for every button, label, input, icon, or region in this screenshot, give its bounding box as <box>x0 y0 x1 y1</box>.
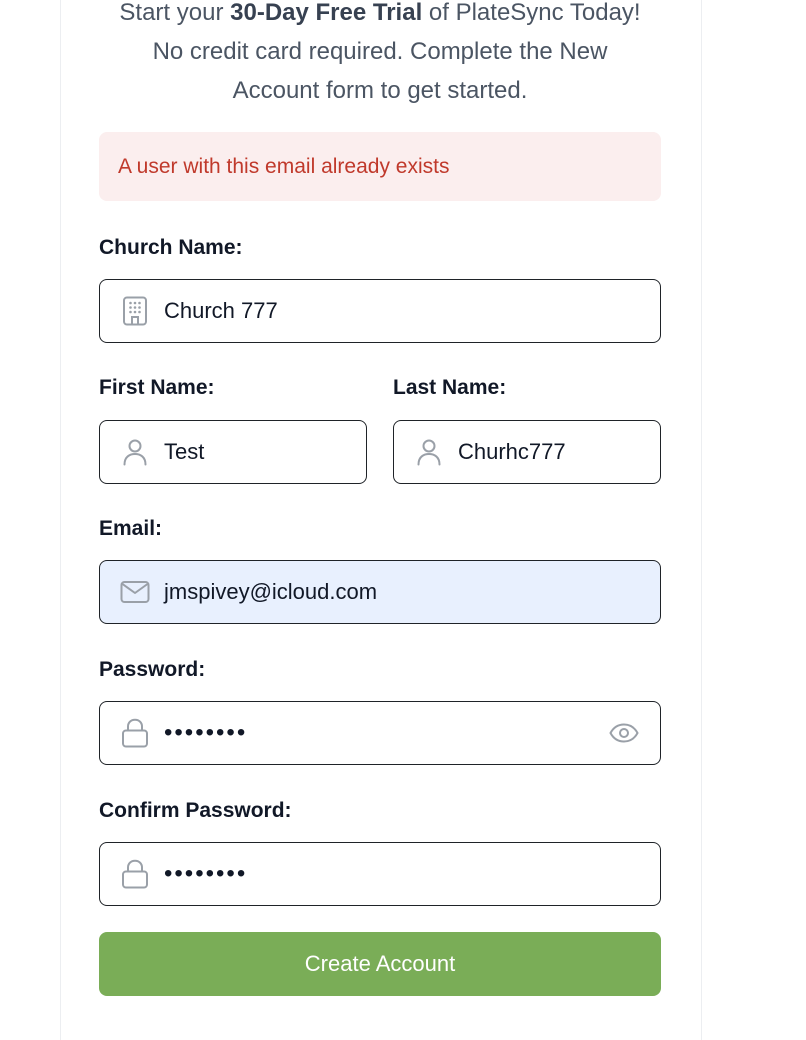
last-name-field[interactable]: Churhc777 <box>393 420 661 484</box>
email-value: jmspivey@icloud.com <box>164 579 378 604</box>
church-name-value: Church 777 <box>164 298 278 323</box>
intro-text: Start your 30-Day Free Trial of PlateSyn… <box>80 0 680 110</box>
intro-line-1: Start your 30-Day Free Trial of PlateSyn… <box>80 0 680 32</box>
mail-icon <box>120 577 150 607</box>
user-icon <box>120 437 150 467</box>
password-field[interactable]: •••••••• <box>99 701 661 765</box>
trial-highlight: 30-Day Free Trial <box>230 0 423 26</box>
confirm-password-field[interactable]: •••••••• <box>99 842 661 906</box>
first-name-value: Test <box>164 439 205 464</box>
last-name-label: Last Name: <box>393 376 507 399</box>
building-icon <box>120 296 150 326</box>
eye-icon[interactable] <box>608 717 640 749</box>
error-alert: A user with this email already exists <box>99 132 661 201</box>
church-name-field[interactable]: Church 777 <box>99 279 661 343</box>
lock-icon <box>120 859 150 889</box>
intro-line-3: Account form to get started. <box>232 77 528 104</box>
confirm-password-label: Confirm Password: <box>99 799 292 822</box>
email-field[interactable]: jmspivey@icloud.com <box>99 560 661 624</box>
church-name-label: Church Name: <box>99 236 243 259</box>
password-label: Password: <box>99 658 206 681</box>
first-name-field[interactable]: Test <box>99 420 367 484</box>
last-name-value: Churhc777 <box>458 439 566 464</box>
confirm-password-value: •••••••• <box>164 860 248 887</box>
create-account-button[interactable]: Create Account <box>99 932 661 996</box>
error-message: A user with this email already exists <box>118 154 450 178</box>
intro-suffix: of PlateSync Today! <box>422 0 641 26</box>
email-label: Email: <box>99 517 163 540</box>
intro-line-2: No credit card required. Complete the Ne… <box>152 38 608 65</box>
user-icon <box>414 437 444 467</box>
first-name-label: First Name: <box>99 376 215 399</box>
password-value: •••••••• <box>164 719 248 746</box>
intro-prefix: Start your <box>119 0 231 26</box>
lock-icon <box>120 718 150 748</box>
